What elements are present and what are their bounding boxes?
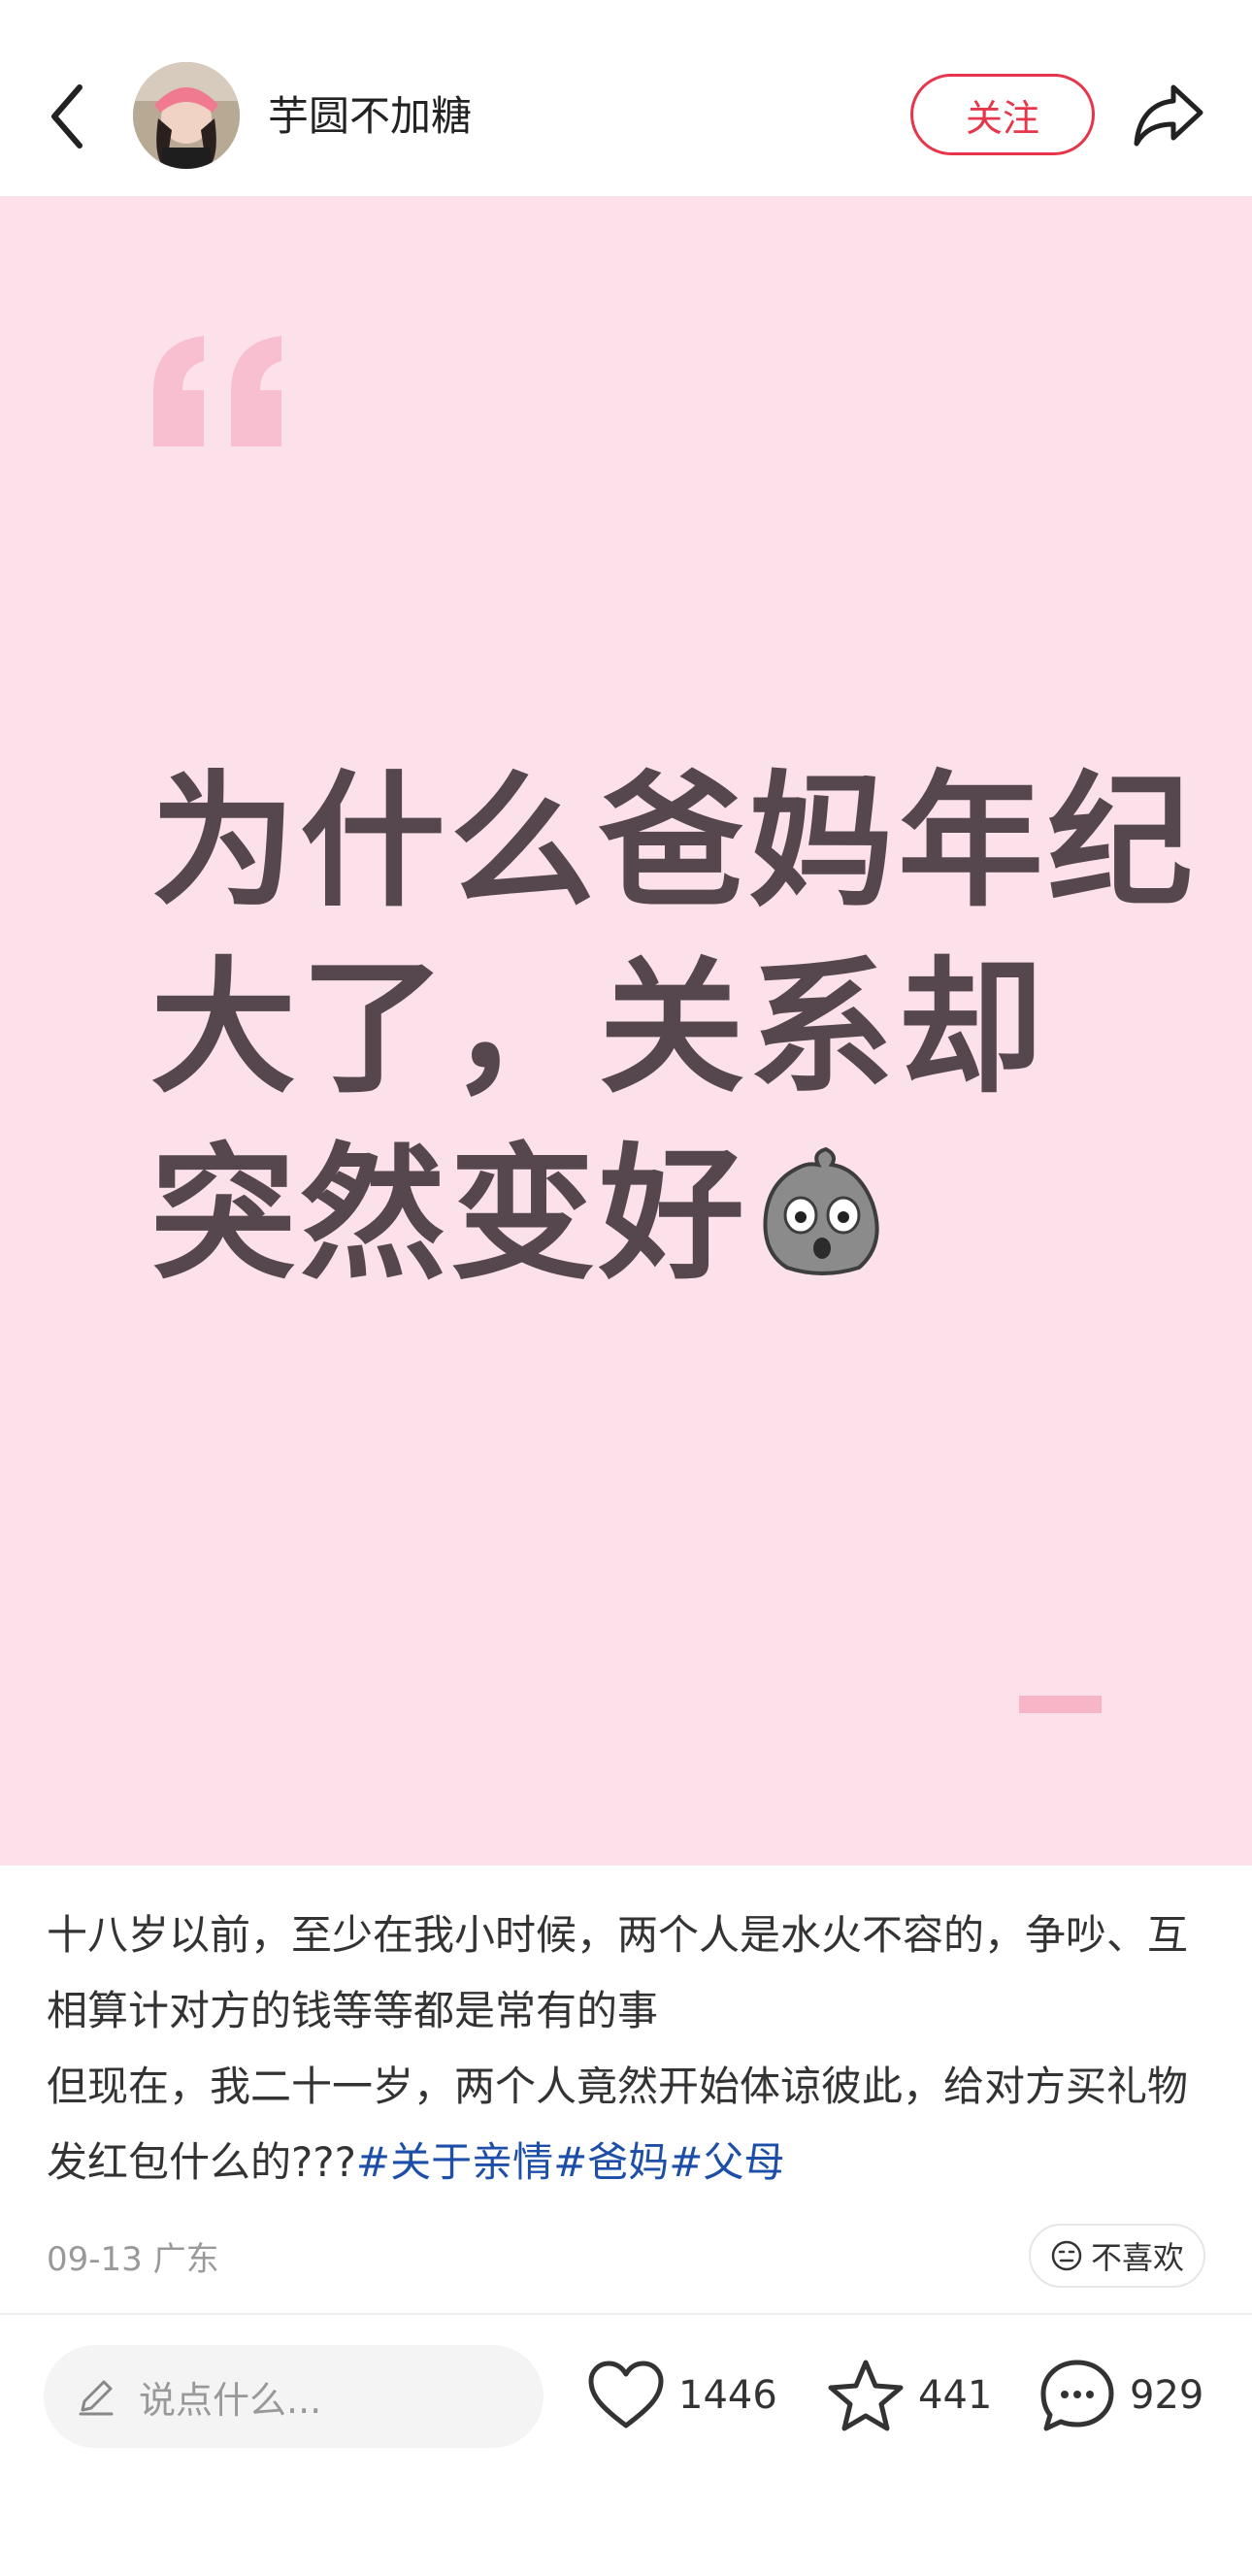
cover-image[interactable]: 为什么爸妈年纪 大了，关系却 突然变好 <box>0 196 1252 1866</box>
collect-count: 441 <box>918 2373 993 2418</box>
comment-bubble-icon <box>1040 2360 1114 2431</box>
post-header: 芋圆不加糖 关注 <box>0 0 1252 196</box>
avatar[interactable] <box>133 62 240 169</box>
heart-icon <box>588 2361 664 2428</box>
neutral-face-icon <box>1051 2240 1082 2271</box>
cover-title-line-2: 大了，关系却 <box>150 944 1048 1113</box>
post-meta: 09-13 广东 <box>47 2232 219 2280</box>
quote-mark-icon <box>153 336 281 446</box>
cover-title-line-3-text: 突然变好 <box>150 1131 749 1300</box>
divider <box>0 2313 1252 2315</box>
like-button[interactable]: 1446 <box>587 2354 777 2437</box>
author-name[interactable]: 芋圆不加糖 <box>268 89 472 144</box>
dislike-label: 不喜欢 <box>1090 2239 1184 2276</box>
hashtag-link[interactable]: #关于亲情 <box>356 2138 553 2186</box>
hashtag-link[interactable]: #爸妈 <box>553 2138 669 2186</box>
dislike-button[interactable]: 不喜欢 <box>1029 2224 1205 2288</box>
hashtag-link[interactable]: #父母 <box>669 2138 784 2186</box>
pencil-icon <box>79 2380 114 2416</box>
collect-button[interactable]: 441 <box>827 2354 992 2437</box>
comment-button[interactable]: 929 <box>1038 2354 1203 2437</box>
comment-placeholder: 说点什么... <box>139 2378 322 2422</box>
comment-input[interactable]: 说点什么... <box>44 2345 544 2448</box>
cover-title-line-3: 突然变好 <box>150 1122 1170 1308</box>
back-button[interactable] <box>41 78 99 155</box>
post-content: 十八岁以前，至少在我小时候，两个人是水火不容的，争吵、互相算计对方的钱等等都是常… <box>47 1898 1211 2200</box>
chevron-left-icon <box>51 84 82 149</box>
star-icon <box>828 2360 904 2431</box>
follow-button[interactable]: 关注 <box>910 74 1095 155</box>
cover-title: 为什么爸妈年纪 大了，关系却 突然变好 <box>150 749 1198 1308</box>
post-paragraph-1: 十八岁以前，至少在我小时候，两个人是水火不容的，争吵、互相算计对方的钱等等都是常… <box>47 1911 1189 2034</box>
like-count: 1446 <box>678 2373 777 2418</box>
shocked-rock-emoji-icon <box>763 1146 879 1275</box>
share-icon <box>1134 84 1203 147</box>
cover-title-line-1: 为什么爸妈年纪 <box>150 758 1198 927</box>
post-location: 广东 <box>152 2240 219 2279</box>
cover-decor-dash <box>1019 1696 1102 1713</box>
post-paragraph-2: 但现在，我二十一岁，两个人竟然开始体谅彼此，给对方买礼物发红包什么的???#关于… <box>47 2049 1211 2200</box>
post-date: 09-13 <box>47 2240 143 2279</box>
share-button[interactable] <box>1131 78 1208 151</box>
comment-count: 929 <box>1130 2373 1204 2418</box>
